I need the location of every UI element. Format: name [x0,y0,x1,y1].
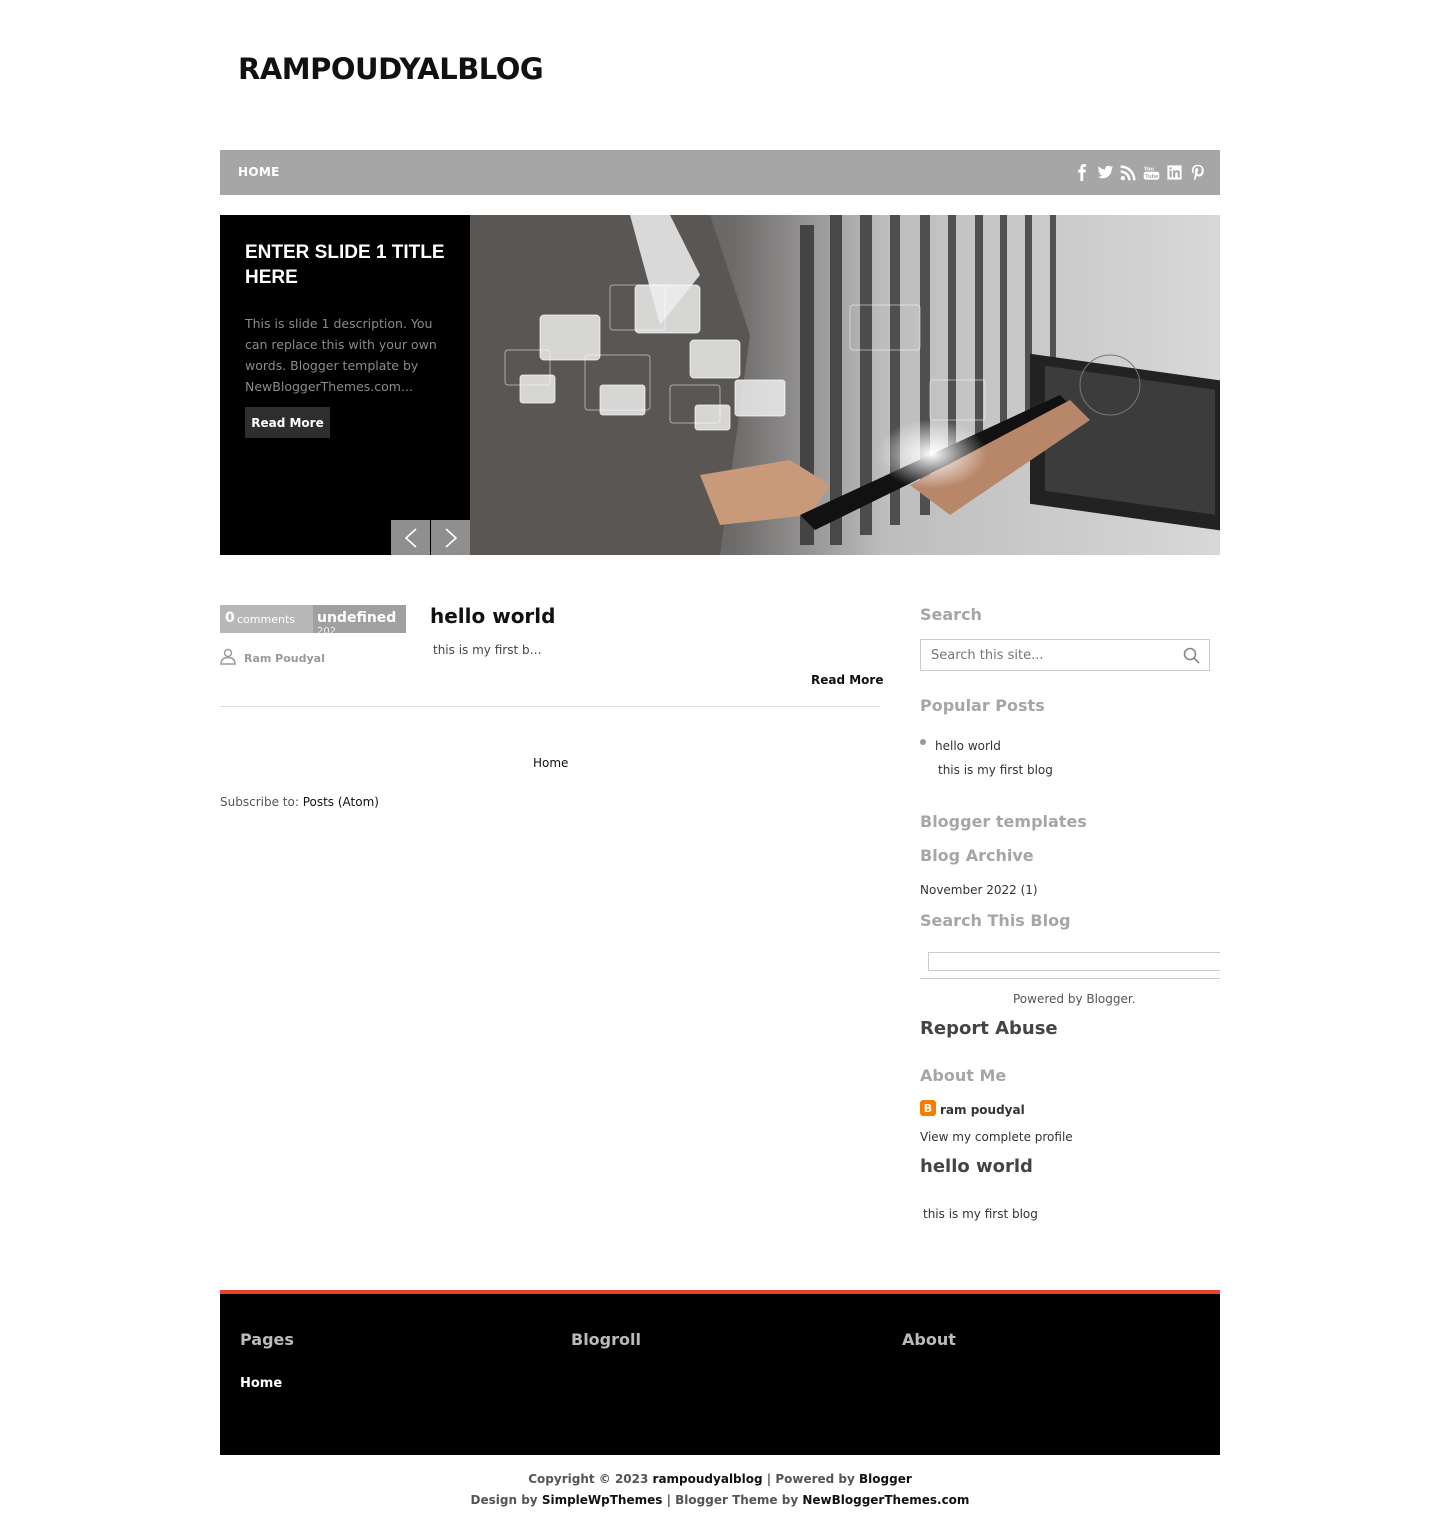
svg-text:You: You [1144,166,1155,172]
footer-widgets: Pages Home Blogroll About [220,1294,1220,1455]
slide-caption: ENTER SLIDE 1 TITLE HERE This is slide 1… [245,240,445,397]
search-heading: Search [920,605,982,624]
copyright-text: Copyright © 2023 [528,1472,653,1486]
svg-text:Tube: Tube [1145,174,1158,180]
credit-site-link[interactable]: rampoudyalblog [653,1472,763,1486]
search-this-blog-heading: Search This Blog [920,911,1071,930]
featured-post-snippet: this is my first blog [923,1207,1038,1221]
slider-prev-button[interactable] [391,520,430,555]
popular-post-title[interactable]: hello world [935,739,1001,753]
subscribe-atom-link[interactable]: Posts (Atom) [303,795,379,809]
site-title[interactable]: RAMPOUDYALBLOG [238,52,544,86]
blog-search-input[interactable] [928,952,1220,971]
blog-archive-heading: Blog Archive [920,846,1034,865]
featured-slider: ENTER SLIDE 1 TITLE HERE This is slide 1… [220,215,1220,555]
about-me-heading: About Me [920,1066,1007,1085]
slide-read-more-button[interactable]: Read More [245,407,330,438]
powered-by-blogger[interactable]: Powered by Blogger. [1013,992,1136,1006]
report-abuse-link[interactable]: Report Abuse [920,1018,1058,1039]
footer-home-link[interactable]: Home [240,1376,282,1391]
linkedin-icon[interactable] [1166,162,1183,182]
credit-theme-link[interactable]: NewBloggerThemes.com [802,1493,969,1507]
featured-post-title[interactable]: hello world [920,1156,1033,1177]
post-divider [220,706,880,707]
youtube-icon[interactable]: You Tube [1143,162,1160,182]
view-profile-link[interactable]: View my complete profile [920,1130,1073,1144]
search-icon[interactable] [1183,647,1200,668]
design-credit-line: Design by SimpleWpThemes | Blogger Theme… [0,1493,1440,1507]
slide-title[interactable]: ENTER SLIDE 1 TITLE HERE [245,240,445,290]
user-icon [220,648,236,665]
footer-blogroll-heading: Blogroll [571,1330,641,1349]
theme-by-text: | Blogger Theme by [662,1493,803,1507]
post-read-more-link[interactable]: Read More [811,673,884,687]
search-input[interactable] [921,640,1171,670]
post-snippet: this is my first b… [433,643,542,657]
comment-count: 0 [225,610,235,626]
blogger-templates-heading: Blogger templates [920,812,1087,831]
chevron-left-icon [404,527,417,548]
twitter-icon[interactable] [1097,162,1114,182]
sidebar-divider [920,978,1220,979]
rss-icon[interactable] [1120,162,1137,182]
subscribe-line: Subscribe to: Posts (Atom) [220,795,379,809]
post-date: undefined [317,610,397,626]
pager-home-link[interactable]: Home [533,756,568,770]
copyright-line: Copyright © 2023 rampoudyalblog | Powere… [0,1472,1440,1486]
post-date-badge: undefined 202 [313,605,406,633]
footer-about-heading: About [902,1330,956,1349]
profile-name[interactable]: ram poudyal [940,1103,1025,1117]
popular-posts-heading: Popular Posts [920,696,1045,715]
main-nav: HOME You Tube [220,150,1220,195]
social-links: You Tube [1074,162,1206,182]
design-by-text: Design by [470,1493,542,1507]
slide-description: This is slide 1 description. You can rep… [245,316,437,394]
list-bullet [920,739,926,745]
credit-designer-link[interactable]: SimpleWpThemes [542,1493,663,1507]
popular-post-snippet: this is my first blog [938,763,1053,777]
chevron-right-icon [444,527,457,548]
comment-label: comments [237,613,295,626]
post-year: 202 [317,626,337,633]
blogger-icon: B [920,1100,936,1116]
sidebar-search-form [920,639,1210,671]
subscribe-label: Subscribe to: [220,795,303,809]
post-title[interactable]: hello world [430,604,555,628]
facebook-icon[interactable] [1074,162,1091,182]
archive-item[interactable]: November 2022 (1) [920,883,1038,897]
slider-next-button[interactable] [431,520,470,555]
credit-blogger-link[interactable]: Blogger [859,1472,912,1486]
nav-home-link[interactable]: HOME [238,165,280,179]
pinterest-icon[interactable] [1189,162,1206,182]
footer-pages-heading: Pages [240,1330,294,1349]
post-author[interactable]: Ram Poudyal [244,652,325,665]
post-comments-badge[interactable]: 0 comments [220,605,313,633]
powered-by-text: | Powered by [762,1472,860,1486]
slide-image[interactable] [470,215,1220,555]
